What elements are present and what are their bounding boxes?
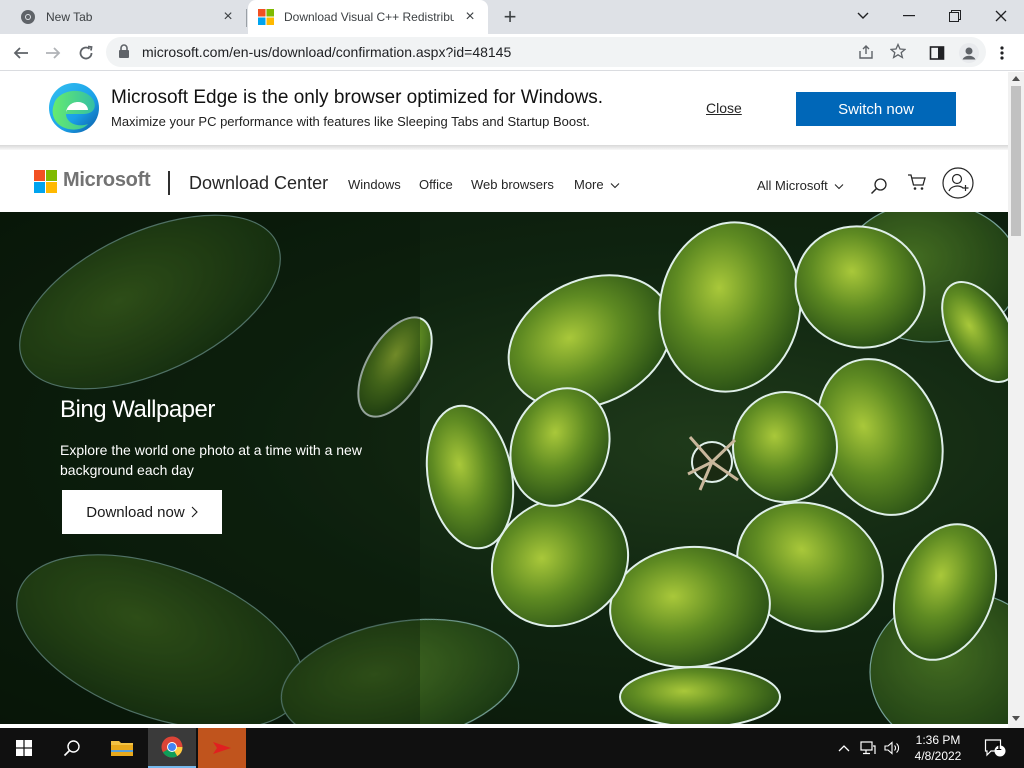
notification-center-icon[interactable]: 1: [978, 728, 1012, 768]
tab-search-chevron-icon[interactable]: [840, 0, 886, 32]
site-header: Microsoft Download Center Windows Office…: [0, 150, 1008, 212]
scroll-thumb[interactable]: [1011, 86, 1021, 236]
download-center-title[interactable]: Download Center: [189, 173, 328, 194]
hero-title: Bing Wallpaper: [60, 396, 215, 423]
microsoft-logo-icon[interactable]: [34, 170, 57, 193]
banner-subtitle: Maximize your PC performance with featur…: [111, 114, 590, 129]
chrome-menu-icon[interactable]: [989, 40, 1015, 66]
close-window-icon[interactable]: [978, 0, 1024, 32]
lock-icon[interactable]: [118, 44, 130, 59]
system-tray: [838, 728, 900, 768]
volume-icon[interactable]: [884, 741, 900, 755]
url-text[interactable]: microsoft.com/en-us/download/confirmatio…: [142, 44, 511, 60]
chevron-down-icon: [835, 184, 844, 190]
account-icon[interactable]: [942, 167, 974, 199]
tab-download-visual-cpp[interactable]: Download Visual C++ Redistribu ×: [248, 0, 488, 34]
new-tab-plus-icon[interactable]: +: [498, 6, 522, 30]
scroll-down-arrow-icon[interactable]: [1012, 716, 1020, 722]
notification-count: 1: [996, 742, 1002, 753]
all-microsoft-label: All Microsoft: [757, 178, 828, 193]
tab-new-tab[interactable]: New Tab ×: [8, 0, 246, 34]
media-player-icon[interactable]: [198, 728, 246, 768]
nav-more[interactable]: More: [574, 177, 620, 192]
network-icon[interactable]: [860, 741, 876, 755]
browser-toolbar: microsoft.com/en-us/download/confirmatio…: [0, 34, 1024, 71]
microsoft-wordmark[interactable]: Microsoft: [63, 169, 151, 192]
profile-avatar-icon[interactable]: [956, 40, 982, 66]
close-tab-icon[interactable]: ×: [462, 9, 478, 25]
hero-description: Explore the world one photo at a time wi…: [60, 442, 362, 478]
nav-windows[interactable]: Windows: [348, 177, 401, 192]
scroll-up-arrow-icon[interactable]: [1012, 75, 1020, 81]
tab-title: Download Visual C++ Redistribu: [284, 10, 454, 24]
nav-web-browsers[interactable]: Web browsers: [471, 177, 554, 192]
chrome-tab-icon: [21, 10, 35, 24]
hero-banner: Bing Wallpaper Explore the world one pho…: [0, 212, 1008, 724]
banner-close-link[interactable]: Close: [706, 100, 742, 116]
taskbar-clock[interactable]: 1:36 PM 4/8/2022: [908, 732, 968, 764]
chrome-taskbar-icon[interactable]: [148, 728, 196, 768]
search-icon[interactable]: [870, 177, 888, 195]
download-now-label: Download now: [86, 503, 185, 521]
chevron-down-icon: [610, 183, 620, 189]
tab-separator: [246, 9, 247, 27]
chevron-right-icon: [191, 506, 198, 518]
edge-logo-icon: [49, 83, 99, 133]
nav-office[interactable]: Office: [419, 177, 453, 192]
windows-start-icon[interactable]: [0, 728, 48, 768]
address-bar[interactable]: microsoft.com/en-us/download/confirmatio…: [106, 37, 986, 67]
microsoft-favicon-icon: [258, 9, 274, 25]
download-now-button[interactable]: Download now: [62, 490, 222, 534]
all-microsoft-menu[interactable]: All Microsoft: [757, 178, 844, 193]
forward-arrow-icon[interactable]: [40, 40, 66, 66]
file-explorer-icon[interactable]: [98, 728, 146, 768]
switch-now-button[interactable]: Switch now: [796, 92, 956, 126]
tray-chevron-up-icon[interactable]: [838, 744, 850, 752]
back-arrow-icon[interactable]: [8, 40, 34, 66]
banner-title: Microsoft Edge is the only browser optim…: [111, 87, 604, 108]
clock-time: 1:36 PM: [915, 733, 961, 747]
clock-date: 4/8/2022: [914, 749, 962, 763]
tab-strip: New Tab × Download Visual C++ Redistribu…: [0, 0, 1024, 34]
edge-promo-banner: Microsoft Edge is the only browser optim…: [0, 72, 1008, 146]
taskbar-search-icon[interactable]: [48, 728, 96, 768]
close-tab-icon[interactable]: ×: [220, 9, 236, 25]
side-panel-icon[interactable]: [924, 40, 950, 66]
restore-icon[interactable]: [932, 0, 978, 32]
header-divider: [168, 171, 170, 195]
reload-icon[interactable]: [73, 40, 99, 66]
shopping-cart-icon[interactable]: [907, 173, 927, 191]
bookmark-star-icon[interactable]: [890, 43, 906, 59]
share-icon[interactable]: [858, 44, 874, 60]
page-scrollbar[interactable]: [1008, 72, 1024, 728]
minimize-icon[interactable]: [886, 0, 932, 32]
windows-taskbar: 1:36 PM 4/8/2022 1: [0, 728, 1024, 768]
tab-title: New Tab: [46, 10, 93, 24]
nav-more-label: More: [574, 177, 604, 192]
